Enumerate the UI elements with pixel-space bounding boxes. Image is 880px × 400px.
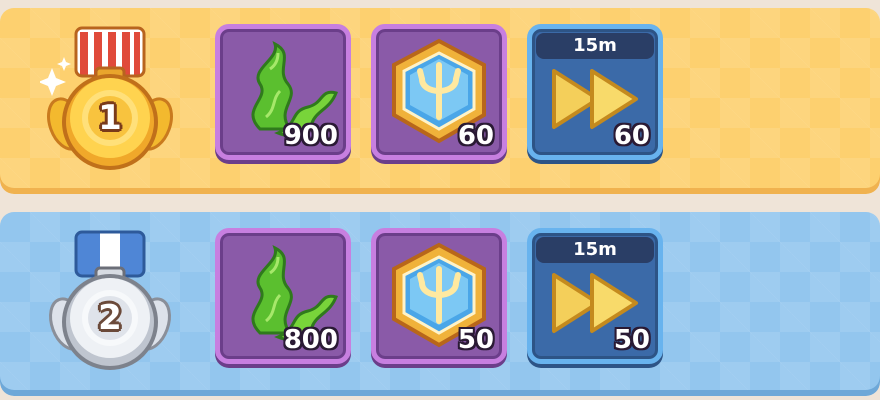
reward-item-speed-up[interactable]: 15m 60 — [527, 24, 663, 160]
reward-quantity: 60 — [613, 121, 650, 151]
reward-item-seaweed[interactable]: 900 — [215, 24, 351, 160]
reward-quantity: 50 — [613, 325, 650, 355]
silver-medal-icon: 2 — [40, 226, 180, 376]
reward-quantity: 50 — [457, 325, 494, 355]
reward-item-trident-gem[interactable]: 60 — [371, 24, 507, 160]
reward-item-trident-gem[interactable]: 50 — [371, 228, 507, 364]
reward-quantity: 60 — [457, 121, 494, 151]
reward-item-seaweed[interactable]: 800 — [215, 228, 351, 364]
gold-medal-icon: 1 — [40, 26, 180, 176]
reward-quantity: 900 — [283, 121, 338, 151]
rank-number: 1 — [98, 98, 122, 138]
reward-quantity: 800 — [283, 325, 338, 355]
reward-row-rank-1: 1 900 60 15m 60 — [0, 8, 880, 194]
reward-item-speed-up[interactable]: 15m 50 — [527, 228, 663, 364]
reward-row-rank-2: 2 800 50 15m 50 — [0, 212, 880, 396]
rank-number: 2 — [98, 298, 122, 338]
